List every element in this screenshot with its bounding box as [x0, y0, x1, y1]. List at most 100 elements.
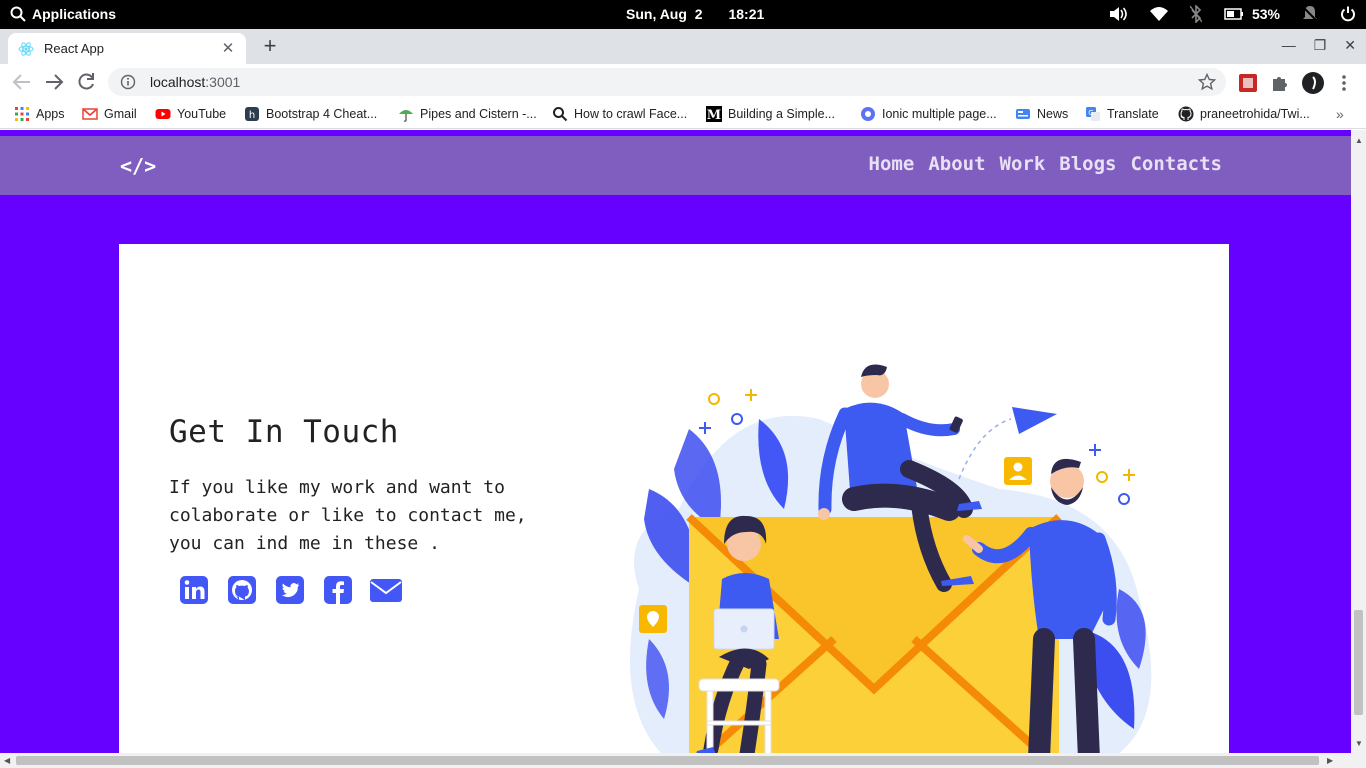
applications-menu[interactable]: Applications [10, 6, 116, 22]
tab-strip: React App ✕ + — ❐ ✕ [0, 29, 1366, 64]
power-icon [1341, 6, 1355, 22]
battery-percent: 53% [1251, 6, 1280, 22]
volume-icon [1109, 7, 1127, 21]
browser-toolbar: localhost:3001 [0, 64, 1366, 100]
apps-grid-icon [15, 107, 29, 121]
search-icon [10, 6, 26, 22]
scroll-right-icon[interactable]: ▶ [1327, 756, 1333, 765]
clock[interactable]: Sun, Aug 2 18:21 [626, 6, 764, 22]
bookmark-apps[interactable]: Apps [14, 106, 65, 122]
tab-title: React App [44, 41, 104, 56]
linkedin-icon[interactable] [178, 574, 210, 606]
wifi-icon [1149, 7, 1168, 21]
avatar[interactable] [1301, 71, 1325, 95]
minimize-button[interactable]: — [1282, 37, 1296, 54]
nav-blogs[interactable]: Blogs [1059, 153, 1116, 175]
system-tray[interactable]: 53% [1108, 5, 1356, 23]
reload-icon[interactable] [74, 70, 98, 94]
bookmark-label: Gmail [104, 107, 137, 121]
horizontal-scrollbar[interactable]: ◀ ▶ [0, 753, 1366, 768]
vertical-scroll-thumb[interactable] [1354, 610, 1363, 715]
bookmarks-overflow-button[interactable]: » [1336, 106, 1344, 122]
site-logo[interactable]: </> [120, 154, 156, 178]
social-links [178, 574, 402, 606]
nav-contacts[interactable]: Contacts [1130, 153, 1222, 175]
translate-icon: G [1086, 107, 1100, 121]
tab-react-app[interactable]: React App ✕ [8, 33, 246, 64]
bookmark-label: How to crawl Face... [574, 107, 688, 121]
github-icon [1178, 106, 1194, 122]
back-icon[interactable] [10, 70, 34, 94]
address-bar[interactable]: localhost:3001 [108, 68, 1226, 96]
date-label: Sun, Aug 2 [626, 6, 703, 22]
url-host: localhost [150, 74, 206, 90]
bookmark-label: Building a Simple... [728, 107, 836, 121]
contact-description: If you like my work and want to colabora… [169, 477, 527, 554]
scroll-down-icon[interactable]: ▼ [1355, 739, 1363, 748]
bookmark-label: YouTube [177, 107, 227, 121]
maximize-button[interactable]: ❐ [1314, 37, 1327, 54]
bookmark-label: Apps [36, 107, 65, 121]
bookmark-label: News [1037, 107, 1069, 121]
extension-icon[interactable] [1238, 73, 1258, 93]
url-port: :3001 [205, 74, 241, 90]
kebab-menu-icon[interactable] [1334, 73, 1354, 93]
bookmark-medium[interactable]: M Building a Simple... [706, 106, 835, 122]
bluetooth-off-icon [1189, 5, 1202, 23]
bookmark-github[interactable]: praneetrohida/Twi... [1178, 106, 1310, 122]
hashnode-icon: h [245, 107, 259, 121]
contact-heading: Get In Touch [169, 414, 399, 450]
react-icon [18, 41, 34, 56]
bookmark-label: Pipes and Cistern -... [420, 107, 537, 121]
bookmarks-bar: Apps Gmail YouTube h Bootstrap 4 Cheat..… [0, 100, 1366, 129]
forward-icon[interactable] [42, 70, 66, 94]
svg-text:G: G [1088, 109, 1093, 117]
new-tab-button[interactable]: + [258, 35, 282, 59]
ionic-icon [861, 107, 875, 121]
tab-close-icon[interactable]: ✕ [220, 40, 236, 57]
nav-home[interactable]: Home [869, 153, 915, 175]
svg-text:h: h [249, 110, 255, 121]
bookmark-pipes[interactable]: Pipes and Cistern -... [398, 106, 537, 122]
close-window-button[interactable]: ✕ [1344, 37, 1356, 54]
bookmark-gmail[interactable]: Gmail [82, 106, 137, 122]
bookmark-label: Bootstrap 4 Cheat... [266, 107, 378, 121]
battery-icon [1224, 8, 1243, 20]
gmail-icon [82, 108, 98, 120]
umbrella-icon [399, 110, 413, 122]
puzzle-icon[interactable] [1270, 73, 1290, 93]
page-viewport: </> Home About Work Blogs Contacts Get I… [0, 130, 1351, 753]
contact-card: Get In Touch If you like my work and wan… [119, 244, 1229, 753]
facebook-icon[interactable] [322, 574, 354, 606]
horizontal-scroll-thumb[interactable] [16, 756, 1319, 765]
os-top-bar: Applications Sun, Aug 2 18:21 53% [0, 0, 1366, 29]
nav-work[interactable]: Work [1000, 153, 1046, 175]
contact-illustration [630, 364, 1152, 753]
site-navbar: </> Home About Work Blogs Contacts [0, 136, 1351, 195]
medium-icon: M [706, 106, 722, 122]
notifications-off-icon [1302, 5, 1318, 23]
bookmark-star-icon[interactable] [1198, 73, 1216, 91]
info-icon [120, 74, 136, 90]
twitter-icon[interactable] [274, 574, 306, 606]
vertical-scrollbar[interactable]: ▲ ▼ [1351, 130, 1366, 753]
bookmark-ionic[interactable]: Ionic multiple page... [860, 106, 997, 122]
applications-label: Applications [32, 6, 117, 22]
bookmark-label: praneetrohida/Twi... [1200, 107, 1310, 121]
search-icon [553, 107, 568, 122]
bookmark-news[interactable]: News [1015, 106, 1068, 122]
bookmark-translate[interactable]: G Translate [1085, 106, 1159, 122]
nav-links: Home About Work Blogs Contacts [869, 153, 1222, 175]
bookmark-label: Ionic multiple page... [882, 107, 997, 121]
github-icon[interactable] [226, 574, 258, 606]
bookmark-youtube[interactable]: YouTube [155, 106, 226, 122]
nav-about[interactable]: About [928, 153, 985, 175]
bookmark-bootstrap[interactable]: h Bootstrap 4 Cheat... [244, 106, 377, 122]
email-icon[interactable] [370, 574, 402, 606]
bookmark-label: Translate [1107, 107, 1159, 121]
time-label: 18:21 [728, 6, 765, 22]
bookmark-crawl[interactable]: How to crawl Face... [552, 106, 687, 122]
scroll-left-icon[interactable]: ◀ [4, 756, 10, 765]
scroll-up-icon[interactable]: ▲ [1355, 136, 1363, 145]
svg-text:M: M [707, 108, 721, 122]
